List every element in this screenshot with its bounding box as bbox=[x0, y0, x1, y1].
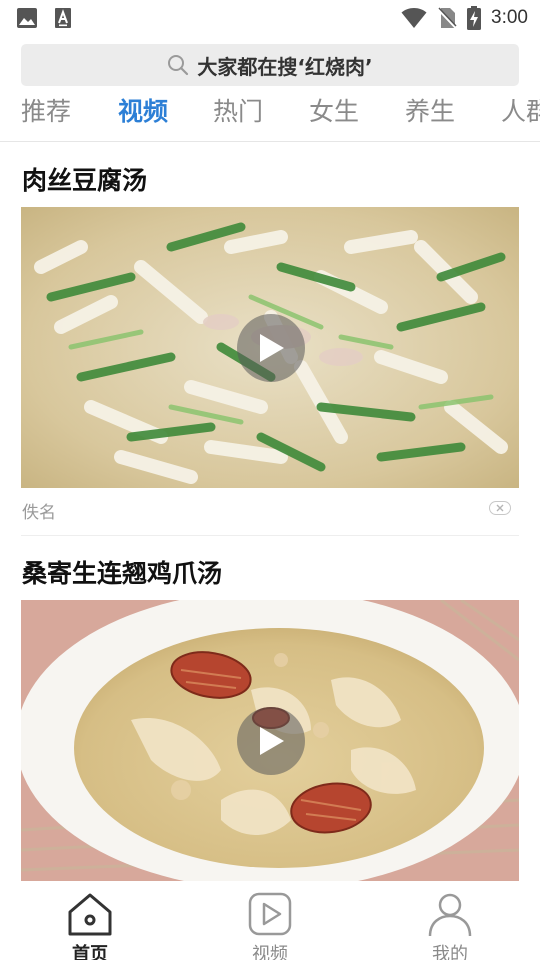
video-play-icon bbox=[248, 892, 292, 936]
nav-home-label: 首页 bbox=[72, 944, 108, 960]
card-title[interactable]: 桑寄生连翘鸡爪汤 bbox=[22, 557, 222, 591]
image-icon bbox=[17, 8, 37, 28]
tab-women[interactable]: 女生 bbox=[309, 92, 359, 132]
close-icon bbox=[496, 504, 504, 512]
tab-groups[interactable]: 人群 bbox=[501, 92, 540, 132]
nav-home[interactable]: 首页 bbox=[40, 888, 140, 960]
no-sim-icon bbox=[437, 7, 457, 29]
user-icon bbox=[428, 893, 472, 937]
video-feed: 肉丝豆腐汤 佚名 桑寄生连翘鸡爪汤 bbox=[0, 142, 540, 882]
nav-video-label: 视频 bbox=[252, 944, 288, 960]
nav-mine[interactable]: 我的 bbox=[400, 888, 500, 960]
play-button[interactable] bbox=[237, 707, 305, 775]
search-placeholder: 大家都在搜‘红烧肉’ bbox=[197, 54, 373, 79]
status-bar: 3:00 bbox=[0, 0, 540, 36]
battery-charging-icon bbox=[467, 6, 482, 30]
status-time: 3:00 bbox=[491, 7, 528, 28]
play-icon bbox=[260, 334, 284, 362]
tab-recommend[interactable]: 推荐 bbox=[21, 92, 71, 132]
nav-mine-label: 我的 bbox=[432, 944, 468, 960]
dismiss-button[interactable] bbox=[489, 501, 511, 515]
search-icon bbox=[168, 55, 189, 76]
tab-video[interactable]: 视频 bbox=[118, 92, 168, 132]
tab-health[interactable]: 养生 bbox=[405, 92, 455, 132]
card-divider bbox=[21, 535, 519, 536]
search-bar[interactable]: 大家都在搜‘红烧肉’ bbox=[21, 44, 519, 86]
home-icon bbox=[68, 893, 112, 936]
video-thumbnail[interactable] bbox=[21, 600, 519, 881]
app-a-icon bbox=[55, 8, 71, 28]
card-source: 佚名 bbox=[22, 503, 56, 523]
nav-video[interactable]: 视频 bbox=[220, 888, 320, 960]
category-tabs: 推荐 视频 热门 女生 养生 人群 bbox=[0, 92, 540, 138]
video-thumbnail[interactable] bbox=[21, 207, 519, 488]
card-title[interactable]: 肉丝豆腐汤 bbox=[22, 164, 147, 198]
play-icon bbox=[260, 727, 284, 755]
play-button[interactable] bbox=[237, 314, 305, 382]
wifi-icon bbox=[401, 8, 427, 28]
bottom-navigation: 首页 视频 我的 bbox=[0, 882, 540, 960]
tab-hot[interactable]: 热门 bbox=[213, 92, 263, 132]
